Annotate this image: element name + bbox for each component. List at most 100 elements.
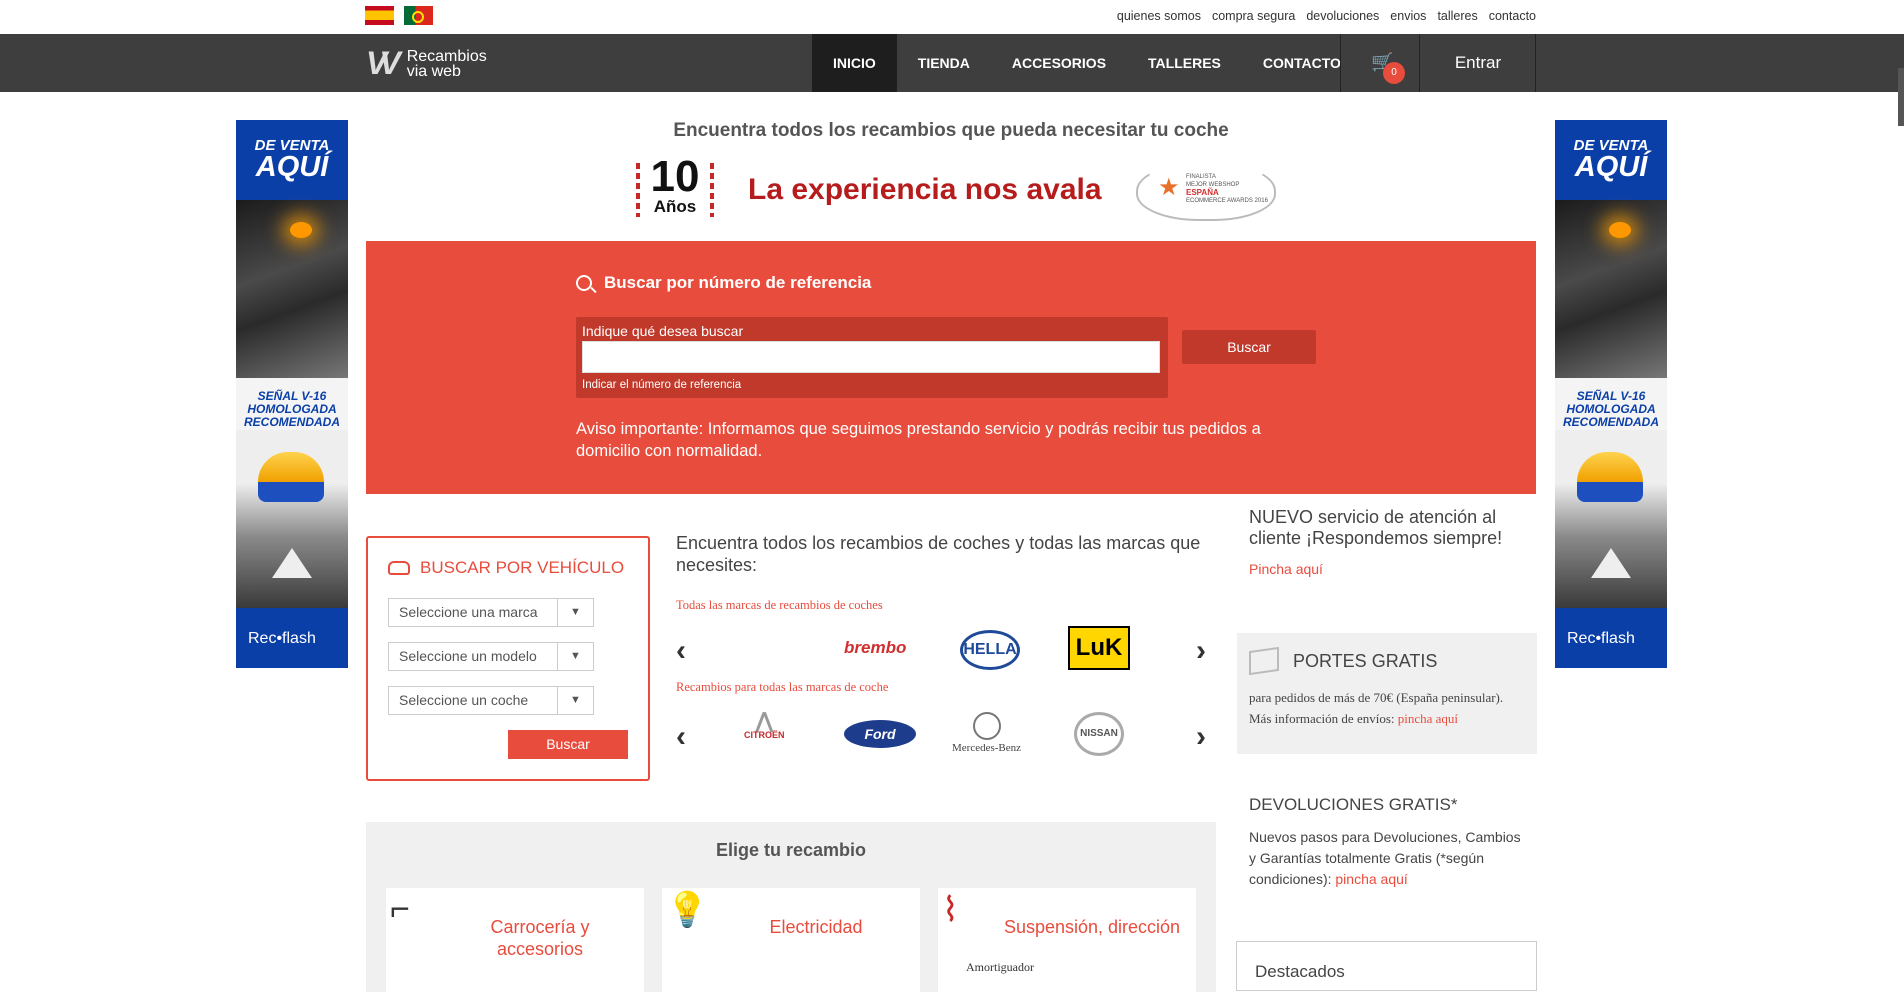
award-line1: FINALISTA xyxy=(1186,174,1216,180)
category-card-carroceria[interactable]: ⌐ Carrocería y accesorios xyxy=(386,888,644,998)
logo-text: Recambios via web xyxy=(406,47,487,80)
brand-logo-nissan[interactable]: NISSAN xyxy=(1074,712,1124,756)
ad-mid-text: SEÑAL V-16 HOMOLOGADA RECOMENDADA POR LA… xyxy=(1555,378,1667,442)
flag-pt-icon[interactable] xyxy=(404,6,433,25)
reference-search-panel: Buscar por número de referencia Indique … xyxy=(366,241,1536,494)
search-label: Indique qué desea buscar xyxy=(582,323,744,339)
category-label: Carrocería y accesorios xyxy=(490,917,590,959)
vehicle-search-title: BUSCAR POR VEHÍCULO xyxy=(388,558,624,578)
search-title: Buscar por número de referencia xyxy=(576,273,871,293)
cart-button[interactable]: 🛒 0 xyxy=(1340,34,1420,92)
ad-banner-left[interactable]: DE VENTA AQUÍ SEÑAL V-16 HOMOLOGADA RECO… xyxy=(236,120,348,668)
chevron-left-icon[interactable]: ‹ xyxy=(676,720,686,754)
brand-logo-hella[interactable]: HELLA xyxy=(960,630,1020,670)
search-title-text: Buscar por número de referencia xyxy=(604,273,872,292)
site-logo[interactable]: VV Recambios via web xyxy=(366,45,487,82)
ad-top: DE VENTA AQUÍ xyxy=(1555,120,1667,200)
ad-banner-right[interactable]: DE VENTA AQUÍ SEÑAL V-16 HOMOLOGADA RECO… xyxy=(1555,120,1667,668)
link-contacto[interactable]: contacto xyxy=(1489,9,1536,23)
parts-brands-label[interactable]: Todas las marcas de recambios de coches xyxy=(676,598,883,613)
car-brands-label[interactable]: Recambios para todas las marcas de coche xyxy=(676,680,888,695)
citroen-chevron-icon: ⋀ xyxy=(754,708,774,733)
logo-line1: Recambios xyxy=(406,47,487,65)
years-label: Años xyxy=(653,197,697,216)
chevron-right-icon[interactable]: › xyxy=(1196,720,1206,754)
ad-top: DE VENTA AQUÍ xyxy=(236,120,348,200)
ad-mid-text: SEÑAL V-16 HOMOLOGADA RECOMENDADA POR LA… xyxy=(236,378,348,442)
main-menu: INICIO TIENDA ACCESORIOS TALLERES CONTAC… xyxy=(812,34,1362,92)
top-bar: quienes somos compra segura devoluciones… xyxy=(0,0,1904,34)
menu-talleres[interactable]: TALLERES xyxy=(1127,34,1242,92)
brand-logo-luk[interactable]: LuK xyxy=(1068,626,1130,670)
free-shipping-title: PORTES GRATIS xyxy=(1293,650,1438,671)
login-button[interactable]: Entrar xyxy=(1421,34,1536,92)
award-line3: ESPAÑA xyxy=(1186,188,1219,197)
link-talleres[interactable]: talleres xyxy=(1437,9,1477,23)
chevron-right-icon[interactable]: › xyxy=(1196,634,1206,668)
featured-heading: Destacados xyxy=(1236,941,1537,991)
service-title: NUEVO servicio de atención al cliente ¡R… xyxy=(1249,507,1503,548)
years-number: 10 xyxy=(650,152,700,201)
model-select[interactable]: Seleccione un modelo ▼ xyxy=(388,642,594,671)
model-select-value: Seleccione un modelo xyxy=(399,648,537,664)
logo-line2: via web xyxy=(406,62,461,80)
brand-logo-mercedes[interactable]: Mercedes-Benz xyxy=(952,712,1021,754)
chevron-left-icon[interactable]: ‹ xyxy=(676,634,686,668)
free-returns-block: DEVOLUCIONES GRATIS* Nuevos pasos para D… xyxy=(1249,795,1529,890)
mercedes-label: Mercedes-Benz xyxy=(952,742,1022,754)
brands-section: Encuentra todos los recambios de coches … xyxy=(676,532,1216,782)
search-field-group: Indique qué desea buscar Indicar el núme… xyxy=(576,317,1168,398)
category-label: Suspensión, dirección xyxy=(1003,917,1181,937)
brand-logo-citroen[interactable]: ⋀ CITROËN xyxy=(744,708,785,741)
car-select[interactable]: Seleccione un coche ▼ xyxy=(388,686,594,715)
brand-logo-ford[interactable]: Ford xyxy=(844,720,916,748)
link-devoluciones[interactable]: devoluciones xyxy=(1306,9,1379,23)
parts-brands-carousel: ‹ brembo HELLA LuK › xyxy=(676,626,1216,676)
category-card-suspension[interactable]: ⌇ Suspensión, dirección Amortiguador xyxy=(938,888,1196,998)
free-returns-title: DEVOLUCIONES GRATIS* xyxy=(1249,795,1458,814)
ad-beacon-photo xyxy=(1555,430,1667,608)
car-select-value: Seleccione un coche xyxy=(399,692,529,708)
menu-inicio[interactable]: INICIO xyxy=(812,34,897,92)
vehicle-search-panel: BUSCAR POR VEHÍCULO Seleccione una marca… xyxy=(366,536,650,781)
shock-absorber-icon: ⌇ xyxy=(942,891,959,929)
mercedes-star-icon xyxy=(972,712,1001,740)
link-compra-segura[interactable]: compra segura xyxy=(1212,9,1295,23)
main-navbar: VV Recambios via web INICIO TIENDA ACCES… xyxy=(0,34,1904,126)
car-icon xyxy=(388,561,410,575)
language-flags xyxy=(365,6,433,25)
search-button[interactable]: Buscar xyxy=(1182,330,1316,364)
bulb-icon: 💡 xyxy=(666,891,709,929)
link-envios[interactable]: envios xyxy=(1390,9,1426,23)
brand-logo-brembo[interactable]: brembo xyxy=(844,638,906,658)
ad-brand: Rec•flash xyxy=(1555,608,1667,668)
chevron-down-icon: ▼ xyxy=(557,643,593,670)
menu-tienda[interactable]: TIENDA xyxy=(897,34,991,92)
mirror-icon: ⌐ xyxy=(390,890,410,928)
vehicle-search-button[interactable]: Buscar xyxy=(508,730,628,759)
award-star-icon: ★ xyxy=(1158,174,1180,201)
category-sublabel: Amortiguador xyxy=(966,960,1034,974)
page-scrollbar[interactable] xyxy=(1898,68,1904,126)
ad-car-photo xyxy=(1555,200,1667,378)
award-laurel-icon: ★ FINALISTA MEJOR WEBSHOP ESPAÑA ECOMMER… xyxy=(1136,161,1276,221)
flag-es-icon[interactable] xyxy=(365,6,394,25)
free-returns-link[interactable]: pincha aquí xyxy=(1335,871,1407,887)
link-quienes-somos[interactable]: quienes somos xyxy=(1117,9,1201,23)
reference-search-input[interactable] xyxy=(582,341,1160,373)
brand-select-value: Seleccione una marca xyxy=(399,604,538,620)
chevron-down-icon: ▼ xyxy=(557,687,593,714)
brand-select[interactable]: Seleccione una marca ▼ xyxy=(388,598,594,627)
free-shipping-heading: PORTES GRATIS xyxy=(1249,646,1525,676)
choose-part-section: Elige tu recambio ⌐ Carrocería y accesor… xyxy=(366,822,1216,998)
menu-accesorios[interactable]: ACCESORIOS xyxy=(991,34,1127,92)
service-link[interactable]: Pincha aquí xyxy=(1237,561,1537,577)
choose-part-title: Elige tu recambio xyxy=(715,840,867,860)
cart-count-badge: 0 xyxy=(1383,62,1405,84)
ad-car-photo xyxy=(236,200,348,378)
category-card-electricidad[interactable]: 💡 Electricidad xyxy=(662,888,920,998)
free-shipping-link[interactable]: pincha aquí xyxy=(1398,711,1458,726)
citroen-label: CITROËN xyxy=(744,730,785,740)
service-notice: Aviso importante: Informamos que seguimo… xyxy=(576,420,1261,460)
ad-top-line2: AQUÍ xyxy=(255,151,329,183)
